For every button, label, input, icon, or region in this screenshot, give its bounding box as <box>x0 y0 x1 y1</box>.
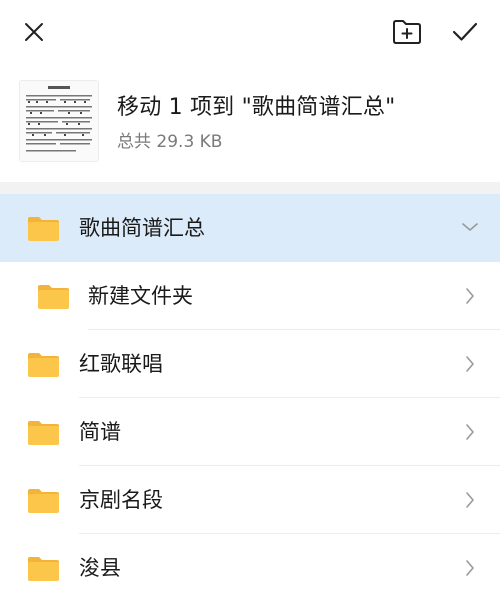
current-folder-label: 歌曲简谱汇总 <box>79 216 205 240</box>
close-button[interactable] <box>16 14 52 50</box>
folder-row[interactable]: 简谱 <box>0 398 500 466</box>
new-folder-button[interactable] <box>388 14 426 50</box>
confirm-button[interactable] <box>446 14 484 50</box>
folder-label: 京剧名段 <box>79 488 163 512</box>
file-info: 移动 1 项到 "歌曲简谱汇总" 总共 29.3 KB <box>0 64 500 182</box>
folder-row[interactable]: 浚县 <box>0 534 500 602</box>
chevron-right-icon <box>466 424 474 440</box>
sheet-music-thumbnail <box>20 81 98 161</box>
folder-label: 简谱 <box>79 420 121 444</box>
folder-row[interactable]: 新建文件夹 <box>0 262 500 330</box>
folder-label: 红歌联唱 <box>79 352 163 376</box>
folder-label: 浚县 <box>79 556 121 580</box>
chevron-down-icon <box>462 223 478 231</box>
folder-row[interactable]: 京剧名段 <box>0 466 500 534</box>
folder-icon <box>38 285 69 309</box>
folder-icon <box>28 421 59 445</box>
chevron-right-icon <box>466 560 474 576</box>
folder-icon <box>28 217 59 241</box>
folder-icon <box>28 557 59 581</box>
total-size: 总共 29.3 KB <box>117 132 223 152</box>
file-thumbnail <box>19 80 99 162</box>
move-title: 移动 1 项到 "歌曲简谱汇总" <box>117 95 396 120</box>
top-bar <box>0 0 500 64</box>
folder-label: 新建文件夹 <box>88 284 193 308</box>
checkmark-icon <box>452 22 478 41</box>
folder-icon <box>28 353 59 377</box>
chevron-right-icon <box>466 288 474 304</box>
chevron-right-icon <box>466 492 474 508</box>
chevron-right-icon <box>466 356 474 372</box>
folder-icon <box>28 489 59 513</box>
close-icon <box>25 23 43 41</box>
new-folder-icon <box>393 20 421 44</box>
section-separator <box>0 182 500 194</box>
folder-row[interactable]: 红歌联唱 <box>0 330 500 398</box>
current-folder-row[interactable]: 歌曲简谱汇总 <box>0 194 500 262</box>
